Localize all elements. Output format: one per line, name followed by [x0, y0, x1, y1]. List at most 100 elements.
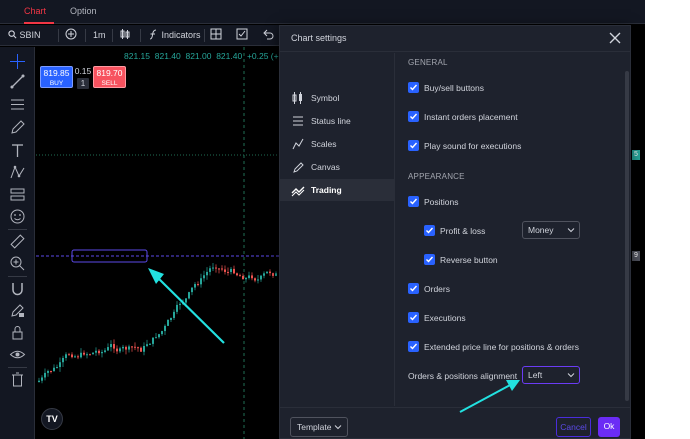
check-icon: [410, 113, 418, 120]
quantity-field[interactable]: 1: [77, 78, 89, 89]
alignment-select[interactable]: Left: [522, 366, 580, 384]
search-icon: [8, 30, 17, 39]
template-button[interactable]: Template: [290, 417, 348, 437]
lock-drawings-tool[interactable]: [9, 324, 26, 341]
candle-body: [263, 273, 265, 276]
dialog-title: Chart settings: [291, 33, 347, 43]
candle-body: [200, 278, 202, 285]
checkbox-checked[interactable]: [408, 111, 419, 122]
checkbox-checked[interactable]: [408, 82, 419, 93]
trading-settings-content: GENERAL Buy/sell buttons Instant orders …: [396, 53, 630, 406]
checkbox-checked[interactable]: [408, 341, 419, 352]
candle-body: [53, 367, 55, 372]
candle-body: [242, 275, 244, 280]
emoji-tool[interactable]: [9, 208, 26, 225]
symbol-search[interactable]: SBIN: [8, 28, 41, 43]
eye-icon: [9, 350, 26, 359]
section-general-heading: GENERAL: [408, 58, 448, 67]
stay-in-drawing-tool[interactable]: [9, 302, 26, 319]
ok-button[interactable]: Ok: [598, 417, 620, 437]
checkbox-checked[interactable]: [424, 225, 435, 236]
interval-button[interactable]: 1m: [93, 28, 106, 43]
option-label: Buy/sell buttons: [424, 83, 485, 93]
nav-label: Trading: [311, 185, 342, 195]
pattern-tool[interactable]: [9, 164, 26, 181]
nav-item-symbol[interactable]: Symbol: [280, 87, 395, 109]
profit-loss-mode-select[interactable]: Money: [522, 221, 580, 239]
nav-item-canvas[interactable]: Canvas: [280, 156, 395, 178]
candle-body: [194, 284, 196, 288]
option-label: Orders: [424, 284, 450, 294]
candle-body: [68, 354, 70, 356]
projection-tool[interactable]: [9, 186, 26, 203]
trend-line-icon: [10, 74, 25, 89]
option-label: Profit & loss: [440, 226, 486, 236]
layout-grid-icon: [210, 28, 222, 40]
close-icon: [609, 32, 621, 44]
checkbox-checked[interactable]: [408, 283, 419, 294]
buy-button[interactable]: 819.85 BUY: [40, 66, 73, 88]
chart-pane[interactable]: [36, 47, 280, 439]
smiley-icon: [10, 209, 25, 224]
hide-drawings-tool[interactable]: [9, 346, 26, 363]
close-button[interactable]: [608, 31, 622, 45]
nav-item-status-line[interactable]: Status line: [280, 110, 395, 132]
nav-item-trading[interactable]: Trading: [280, 179, 395, 201]
tab-option-chain[interactable]: Option chain: [70, 0, 120, 38]
candle-body: [83, 352, 85, 355]
ohlc-close: 821.40: [216, 51, 243, 61]
checkbox-checked[interactable]: [408, 312, 419, 323]
checkbox-checked[interactable]: [424, 254, 435, 265]
candle-body: [110, 344, 112, 348]
candle-body: [155, 337, 157, 339]
ohlc-change: +0.25 (+: [246, 51, 279, 61]
cancel-button[interactable]: Cancel: [556, 417, 591, 437]
fib-tool[interactable]: [9, 96, 26, 113]
candle-body: [77, 356, 79, 358]
candle-body: [107, 347, 109, 351]
candle-body: [98, 350, 100, 354]
magnet-tool[interactable]: [9, 280, 26, 297]
check-icon: [410, 84, 418, 91]
projection-icon: [10, 188, 25, 201]
option-label: Play sound for executions: [424, 141, 522, 151]
trend-line-tool[interactable]: [9, 73, 26, 90]
chart-type-button[interactable]: [119, 28, 131, 43]
candle-body: [254, 278, 256, 281]
nav-item-scales[interactable]: Scales: [280, 133, 395, 155]
text-tool[interactable]: [9, 142, 26, 159]
remove-drawings-tool[interactable]: [9, 371, 26, 388]
checkbox-checked[interactable]: [408, 140, 419, 151]
sell-button[interactable]: 819.70 SELL: [93, 66, 126, 88]
layout-button[interactable]: [210, 28, 222, 43]
undo-button[interactable]: [262, 28, 274, 43]
select-value: Left: [528, 370, 543, 380]
brush-tool[interactable]: [9, 119, 26, 136]
candle-body: [95, 350, 97, 353]
alert-button[interactable]: [236, 28, 248, 43]
compare-symbol-button[interactable]: [65, 28, 77, 43]
candle-body: [221, 268, 223, 270]
candle-body: [170, 317, 172, 320]
measure-tool[interactable]: [9, 233, 26, 250]
check-icon: [410, 198, 418, 205]
tab-chart[interactable]: Chart: [24, 0, 54, 24]
candle-body: [128, 346, 130, 350]
candle-body: [257, 279, 259, 281]
crosshair-tool[interactable]: [9, 53, 26, 70]
candle-body: [227, 271, 229, 273]
check-icon: [426, 227, 434, 234]
dialog-footer: Template Cancel Ok: [280, 407, 630, 439]
candle-body: [149, 343, 151, 345]
candle-body: [230, 268, 232, 272]
checkbox-checked[interactable]: [408, 196, 419, 207]
trading-icon: [291, 186, 305, 197]
indicators-button[interactable]: Indicators: [148, 28, 201, 43]
candle-body: [164, 325, 166, 332]
candle-body: [269, 271, 271, 274]
checkbox-icon: [236, 28, 248, 40]
candles-icon: [120, 29, 130, 39]
zoom-tool[interactable]: [9, 255, 26, 272]
content-scrollbar[interactable]: [625, 71, 629, 401]
candle-body: [158, 334, 160, 338]
